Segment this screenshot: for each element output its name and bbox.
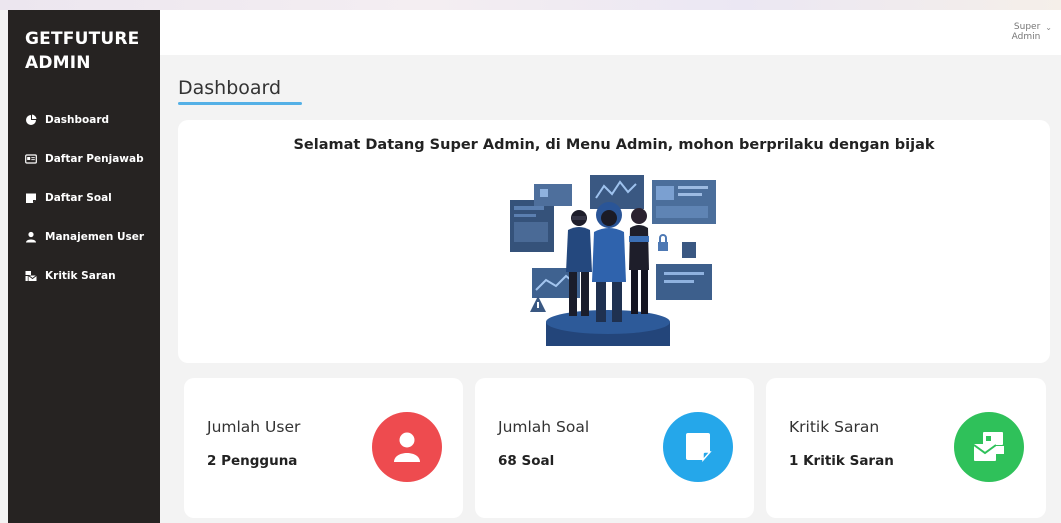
sidebar-item-label: Dashboard: [45, 114, 110, 126]
stat-card-kritik-saran[interactable]: Kritik Saran 1 Kritik Saran: [766, 378, 1046, 518]
top-bar: Super Admin ⌄: [160, 10, 1061, 55]
stat-label: Kritik Saran: [789, 418, 880, 436]
id-card-icon: [25, 153, 37, 165]
sidebar-item-kritik-saran[interactable]: Kritik Saran: [25, 267, 116, 285]
stat-card-jumlah-soal[interactable]: Jumlah Soal 68 Soal: [475, 378, 754, 518]
brand-line-2: ADMIN: [25, 53, 91, 73]
title-underline: [178, 102, 302, 105]
mail-bulk-icon: [25, 270, 37, 282]
welcome-card: Selamat Datang Super Admin, di Menu Admi…: [178, 120, 1050, 363]
sticky-note-icon: [25, 192, 37, 204]
sidebar: GETFUTURE ADMIN Dashboard Daftar Penjawa…: [8, 10, 160, 523]
sidebar-item-dashboard[interactable]: Dashboard: [25, 111, 109, 129]
sidebar-item-label: Manajemen User: [45, 231, 145, 243]
stat-label: Jumlah User: [207, 418, 301, 436]
sticky-note-icon: [663, 412, 733, 482]
user-name-line-2: Admin: [1011, 32, 1041, 42]
top-banner-strip: [0, 0, 1061, 10]
page-title: Dashboard: [178, 77, 282, 99]
sidebar-item-label: Daftar Penjawab: [45, 153, 144, 165]
sidebar-item-daftar-soal[interactable]: Daftar Soal: [25, 189, 112, 207]
sidebar-item-manajemen-user[interactable]: Manajemen User: [25, 228, 144, 246]
mail-bulk-icon: [954, 412, 1024, 482]
pie-chart-icon: [25, 114, 37, 126]
user-icon: [25, 231, 37, 243]
chevron-down-icon: ⌄: [1045, 22, 1052, 32]
stat-value: 2 Pengguna: [207, 453, 298, 469]
hacker-team-illustration: [506, 172, 716, 352]
sidebar-item-label: Daftar Soal: [45, 192, 112, 204]
brand-line-1: GETFUTURE: [25, 29, 140, 49]
user-name: Super Admin: [1008, 22, 1041, 42]
stat-card-jumlah-user[interactable]: Jumlah User 2 Pengguna: [184, 378, 463, 518]
stat-value: 68 Soal: [498, 453, 555, 469]
sidebar-item-label: Kritik Saran: [45, 270, 116, 282]
user-menu-toggle[interactable]: Super Admin ⌄: [1008, 22, 1052, 42]
sidebar-item-daftar-penjawab[interactable]: Daftar Penjawab: [25, 150, 144, 168]
welcome-message: Selamat Datang Super Admin, di Menu Admi…: [293, 137, 935, 153]
user-name-line-1: Super: [1013, 22, 1041, 32]
stat-label: Jumlah Soal: [498, 418, 590, 436]
stat-value: 1 Kritik Saran: [789, 453, 894, 469]
brand-title: GETFUTURE ADMIN: [25, 27, 155, 75]
user-icon: [372, 412, 442, 482]
